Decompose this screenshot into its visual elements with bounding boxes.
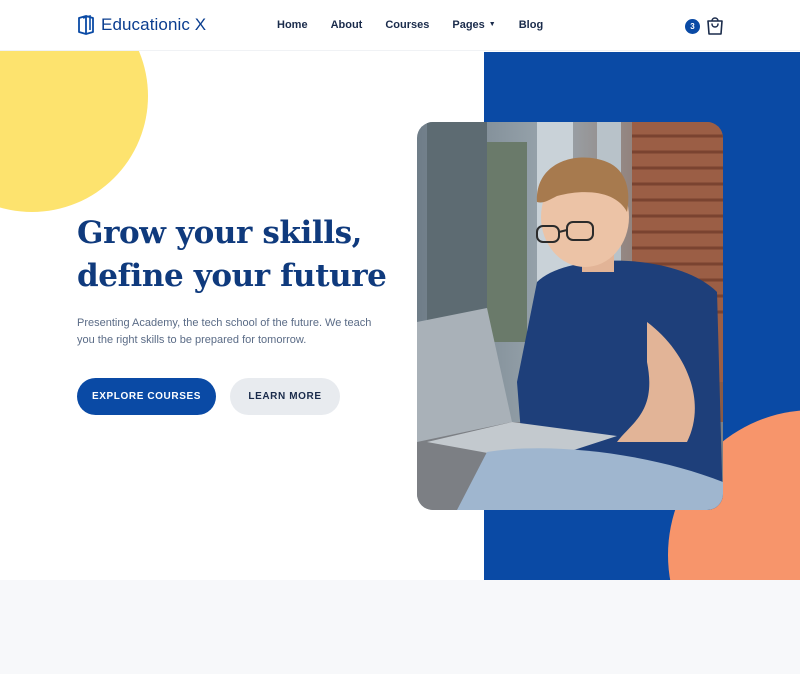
nav-item-label: Pages <box>452 19 485 31</box>
learn-more-button[interactable]: LEARN MORE <box>230 378 340 415</box>
brand-logo[interactable]: Educationic X <box>77 14 206 36</box>
next-section-band <box>0 580 800 674</box>
main-nav: Home About Courses Pages ▼ Blog <box>277 18 566 32</box>
nav-item-courses[interactable]: Courses <box>385 18 429 32</box>
book-icon <box>78 14 94 35</box>
nav-item-blog[interactable]: Blog <box>519 18 543 32</box>
explore-courses-button[interactable]: EXPLORE COURSES <box>77 378 216 415</box>
hero-title-line-2: define your future <box>77 258 387 294</box>
student-with-laptop-illustration <box>417 122 723 510</box>
nav-item-about[interactable]: About <box>331 18 363 32</box>
caret-down-icon: ▼ <box>488 21 496 28</box>
shopping-bag-icon <box>707 17 723 35</box>
hero-description: Presenting Academy, the tech school of t… <box>77 317 372 346</box>
nav-item-pages[interactable]: Pages ▼ <box>452 18 495 32</box>
brand-name: Educationic X <box>101 15 207 34</box>
cart-button[interactable]: 3 <box>685 16 725 38</box>
nav-item-label: Home <box>277 19 308 31</box>
nav-item-label: Courses <box>385 19 430 31</box>
hero-image <box>417 122 723 510</box>
page: Educationic X Home About Courses Pages ▼… <box>0 0 800 674</box>
nav-item-label: Blog <box>518 19 544 31</box>
cart-count-badge: 3 <box>685 19 700 34</box>
hero-title-line-1: Grow your skills, <box>77 215 363 251</box>
nav-item-label: About <box>330 19 363 31</box>
hero-title: Grow your skills, define your future <box>77 212 437 298</box>
site-header: Educationic X Home About Courses Pages ▼… <box>0 0 800 51</box>
nav-item-home[interactable]: Home <box>277 18 308 32</box>
